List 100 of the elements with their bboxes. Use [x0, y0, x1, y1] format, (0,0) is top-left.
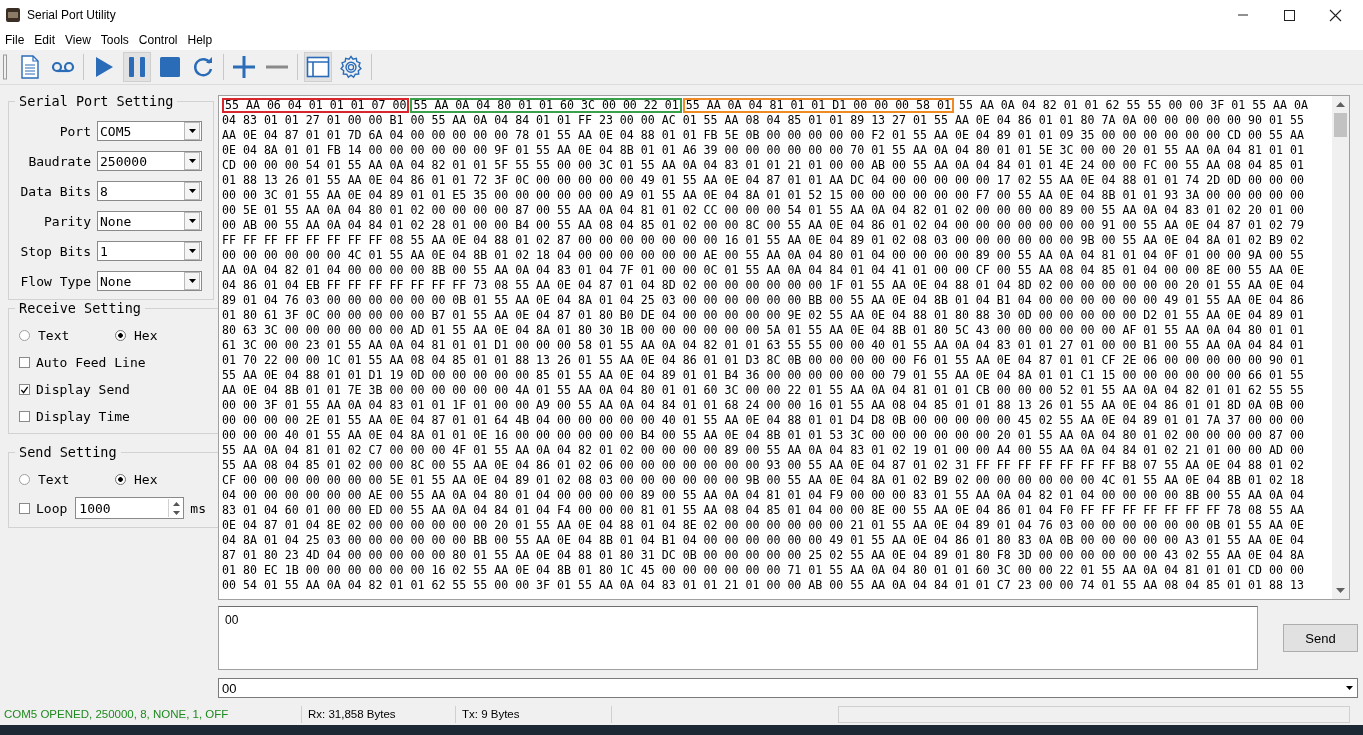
menu-item[interactable]: Help: [182, 33, 218, 47]
group-title: Serial Port Setting: [18, 93, 175, 109]
checkbox-label: Display Send: [36, 382, 130, 397]
stop-icon: [159, 55, 181, 79]
caret-down-icon[interactable]: [1346, 686, 1353, 690]
hex-data-line: 00 00 3F 01 55 AA 0A 04 83 01 01 1F 01 00 00 A9 00 55 AA 0A 04 84 01 01 68 24 00 00 16 01 55 AA 08 04 85 01 01 88 13 26 01 55 AA 0E 04 86 01 01 8D 0A 0B 00: [222, 398, 1305, 413]
hex-data-line: 55 AA 0A 04 81 01 02 C7 00 00 00 4F 01 55 AA 0A 04 82 01 02 00 00 00 00 89 00 55 AA 0A 04 83 01 02 19 01 00 00 A4 00 55 AA 0A 04 84 01 02 21 01 00 00 AD 00: [222, 443, 1305, 458]
hex-data-line: AA 0E 04 87 01 01 7D 6A 04 00 00 00 00 00 78 01 55 AA 0E 04 88 01 01 FB 5E 0B 00 00 00 00 00 F2 01 55 AA 0E 04 89 01 01 09 35 00 00 00 00 00 00 CD 00 55 AA: [222, 128, 1305, 143]
hex-data-line: 87 01 80 23 4D 04 00 00 00 00 00 80 01 55 AA 0E 04 88 01 80 31 DC 0B 00 00 00 00 00 25 02 55 AA 0E 04 89 01 80 F8 3D 00 00 00 00 00 00 43 02 55 AA 0E 04 8A: [222, 548, 1305, 563]
group-title: Send Setting: [18, 444, 118, 460]
hex-data-line: 00 00 00 00 2E 01 55 AA 0E 04 87 01 01 64 4B 04 00 00 00 00 00 40 01 55 AA 0E 04 88 01 01 D4 D8 0B 00 00 00 00 00 45 02 55 AA 0E 04 89 01 01 7A 37 00 00 00: [222, 413, 1305, 428]
checkbox[interactable]: [19, 384, 30, 395]
field-label: Stop Bits: [19, 243, 91, 259]
hex-data-line: FF FF FF FF FF FF FF FF 08 55 AA 0E 04 88 01 02 87 00 00 00 00 00 00 00 16 01 55 AA 0E 04 89 01 02 08 03 00 00 00 00 00 00 9B 00 55 AA 0E 04 8A 01 02 B9 02: [222, 233, 1305, 248]
tx-counter: Tx: 9 Bytes: [456, 705, 612, 723]
history-dropdown[interactable]: 00: [218, 678, 1358, 698]
group-title: Receive Setting: [18, 300, 142, 316]
maximize-icon[interactable]: [1281, 7, 1297, 23]
hex-data-line: 00 54 01 55 AA 0A 04 82 01 01 62 55 55 00 00 3F 01 55 AA 0A 04 83 01 01 21 01 00 00 AB 00 55 AA 0A 04 84 01 01 C7 23 00 00 74 01 55 AA 08 04 85 01 01 88 13: [222, 578, 1305, 593]
option-label: Hex: [134, 328, 158, 343]
hex-data-line: CF 00 00 00 00 00 00 00 5E 01 55 AA 0E 04 89 01 02 08 03 00 00 00 00 00 00 9B 00 55 AA 0E 04 8A 01 02 B9 02 00 00 00 00 00 00 4C 01 55 AA 0E 04 8B 01 02 18: [222, 473, 1305, 488]
hex-data-line: 04 8A 01 04 25 03 00 00 00 00 00 00 BB 00 55 AA 0E 04 8B 01 04 B1 04 00 00 00 00 00 00 49 01 55 AA 0E 04 86 01 80 83 0A 0B 00 00 00 00 00 A3 01 55 AA 0E 04: [222, 533, 1305, 548]
option-label: Text: [38, 472, 70, 487]
hex-data-line: 80 63 3C 00 00 00 00 00 00 AD 01 55 AA 0E 04 8A 01 80 30 1B 00 00 00 00 00 00 5A 01 55 AA 0E 04 8B 01 80 5C 43 00 00 00 00 00 00 AF 01 55 AA 0A 04 80 01 01: [222, 323, 1305, 338]
vertical-scrollbar[interactable]: [1332, 96, 1349, 599]
close-icon[interactable]: [1327, 7, 1343, 23]
interval-field[interactable]: 1000: [75, 497, 185, 519]
dropdown[interactable]: COM5: [97, 121, 202, 141]
hex-data-line: 00 AB 00 55 AA 0A 04 84 01 02 28 01 00 00 B4 00 55 AA 08 04 85 01 02 00 00 8C 00 55 AA 0E 04 86 01 02 04 00 00 00 00 00 00 00 91 00 55 AA 0E 04 87 01 02 79: [222, 218, 1305, 233]
pause-icon: [126, 55, 148, 79]
radio-button[interactable]: [19, 474, 30, 485]
checkbox[interactable]: [19, 357, 30, 368]
hex-data-line: 04 86 01 04 EB FF FF FF FF FF FF FF 73 08 55 AA 0E 04 87 01 04 8D 02 00 00 00 00 00 00 1F 01 55 AA 0E 04 88 01 04 8D 02 00 00 00 00 00 00 20 01 55 AA 0E 04: [222, 278, 1305, 293]
menu-item[interactable]: Control: [133, 33, 183, 47]
dropdown[interactable]: 250000: [97, 151, 202, 171]
field-label: Data Bits: [19, 183, 91, 199]
dropdown[interactable]: 8: [97, 181, 202, 201]
field-label: Parity: [43, 213, 91, 229]
send-input-field[interactable]: 00: [218, 606, 1258, 670]
option-label: Hex: [134, 472, 158, 487]
checkbox-label: Auto Feed Line: [36, 355, 146, 370]
hex-data-line: 55 AA 0A 04 82 01 01 62 55 55 00 00 3F 01 55 AA 0A: [959, 98, 1308, 112]
toolbar-grip-icon: [3, 54, 7, 80]
window-title: Serial Port Utility: [27, 8, 116, 22]
rx-counter: Rx: 31,858 Bytes: [302, 705, 456, 723]
highlighted-frame: 55 AA 0A 04 81 01 01 D1 00 00 00 58 01: [682, 98, 954, 113]
document-icon: [20, 55, 40, 79]
minus-icon: [265, 65, 289, 69]
field-label: Flow Type: [19, 273, 91, 289]
menu-item[interactable]: Edit: [29, 33, 61, 47]
menu-item[interactable]: Tools: [95, 33, 134, 47]
hex-data-line: 04 83 01 01 27 01 00 00 B1 00 55 AA 0A 04 84 01 01 FF 23 00 00 AC 01 55 AA 08 04 85 01 01 89 13 27 01 55 AA 0E 04 86 01 01 80 7A 0A 00 00 00 00 00 90 01 55: [222, 113, 1305, 128]
hex-data-line: 61 3C 00 00 23 01 55 AA 0A 04 81 01 01 D1 00 00 00 58 01 55 AA 0A 04 82 01 01 63 55 55 00 00 40 01 55 AA 0A 04 83 01 01 27 01 00 00 B1 00 55 AA 0A 04 84 01: [222, 338, 1305, 353]
radio-button[interactable]: [19, 330, 30, 341]
hex-data-line: 89 01 04 76 03 00 00 00 00 00 00 0B 01 55 AA 0E 04 8A 01 04 25 03 00 00 00 00 00 00 BB 00 55 AA 0E 04 8B 01 04 B1 04 00 00 00 00 00 00 49 01 55 AA 0E 04 86: [222, 293, 1305, 308]
hex-data-line: 83 01 04 60 01 00 00 ED 00 55 AA 0A 04 84 01 04 F4 00 00 00 81 01 55 AA 08 04 85 01 04 00 00 8E 00 55 AA 0E 04 86 01 04 F0 FF FF FF FF FF FF FF 78 08 55 AA: [222, 503, 1305, 518]
checkbox[interactable]: [19, 411, 30, 422]
highlighted-frame: 55 AA 06 04 01 01 01 07 00: [222, 98, 410, 113]
window-icon: [306, 56, 330, 78]
hex-data-line: AA 0A 04 82 01 04 00 00 00 00 8B 00 55 AA 0A 04 83 01 04 7F 01 00 00 0C 01 55 AA 0A 04 84 01 04 41 01 00 00 CF 00 55 AA 08 04 85 01 04 00 00 8E 00 55 AA 0E: [222, 263, 1305, 278]
hex-data-line: 00 00 3C 01 55 AA 0E 04 89 01 01 E5 35 00 00 00 00 00 00 A9 01 55 AA 0E 04 8A 01 01 52 15 00 00 00 00 00 00 F7 00 55 AA 0E 04 8B 01 01 93 3A 00 00 00 00 00: [222, 188, 1305, 203]
menu-item[interactable]: File: [0, 33, 30, 47]
hex-data-line: 55 AA 08 04 85 01 02 00 00 8C 00 55 AA 0E 04 86 01 02 06 00 00 00 00 00 00 00 93 00 55 AA 0E 04 87 01 02 31 FF FF FF FF FF FF FF B8 07 55 AA 0E 04 88 01 02: [222, 458, 1305, 473]
hex-data-line: 00 5E 01 55 AA 0A 04 80 01 02 00 00 00 00 87 00 55 AA 0A 04 81 01 02 CC 00 00 00 54 01 55 AA 0A 04 82 01 02 00 00 00 00 89 00 55 AA 0A 04 83 01 02 20 01 00: [222, 203, 1305, 218]
plus-icon: [232, 55, 256, 79]
scroll-down-arrow-icon[interactable]: [1336, 588, 1345, 593]
hex-data-line: 0E 04 8A 01 01 FB 14 00 00 00 00 00 00 9F 01 55 AA 0E 04 8B 01 01 A6 39 00 00 00 00 00 00 70 01 55 AA 0A 04 80 01 01 5E 3C 00 00 20 01 55 AA 0A 04 81 01 01: [222, 143, 1305, 158]
checkbox-label: Loop: [36, 500, 68, 516]
hex-data-line: 0E 04 87 01 04 8E 02 00 00 00 00 00 00 20 01 55 AA 0E 04 88 01 04 8E 02 00 00 00 00 00 00 21 01 55 AA 0E 04 89 01 04 76 03 00 00 00 00 00 00 0B 01 55 AA 0E: [222, 518, 1305, 533]
checkbox-label: Display Time: [36, 409, 130, 424]
pause-button[interactable]: [123, 52, 151, 82]
radio-button[interactable]: [115, 330, 126, 341]
checkbox[interactable]: [19, 502, 30, 514]
send-button[interactable]: Send: [1283, 624, 1358, 652]
app-icon: [6, 8, 20, 22]
hex-data-line: 55 AA 0E 04 88 01 01 D1 19 0D 00 00 00 00 00 85 01 55 AA 0E 04 89 01 01 B4 36 00 00 00 00 00 00 79 01 55 AA 0E 04 8A 01 01 C1 15 00 00 00 00 00 00 66 01 55: [222, 368, 1305, 383]
radio-button[interactable]: [115, 474, 126, 485]
connection-status: COM5 OPENED, 250000, 8, NONE, 1, OFF: [0, 705, 302, 723]
settings-icon: [339, 55, 363, 79]
hex-data-line: 01 80 EC 1B 00 00 00 00 00 00 16 02 55 AA 0E 04 8B 01 80 1C 45 00 00 00 00 00 00 71 01 55 AA 0A 04 80 01 01 60 3C 00 00 22 01 55 AA 0A 04 81 01 01 CD 00 00: [222, 563, 1305, 578]
menu-item[interactable]: View: [60, 33, 96, 47]
scroll-thumb[interactable]: [1334, 113, 1347, 137]
field-label: Port: [58, 123, 91, 139]
unit-label: ms: [190, 500, 206, 516]
refresh-icon: [191, 55, 215, 79]
hex-data-line: 00 00 00 00 00 00 4C 01 55 AA 0E 04 8B 01 02 18 04 00 00 00 00 00 00 AE 00 55 AA 0A 04 80 01 04 00 00 00 00 89 00 55 AA 0A 04 81 01 04 0F 01 00 00 9A 00 55: [222, 248, 1305, 263]
hex-data-line: 00 00 00 40 01 55 AA 0E 04 8A 01 01 0E 16 00 00 00 00 00 00 B4 00 55 AA 0E 04 8B 01 01 53 3C 00 00 00 00 00 00 20 01 55 AA 0A 04 80 01 02 00 00 00 00 87 00: [222, 428, 1305, 443]
hex-data-line: CD 00 00 00 54 01 55 AA 0A 04 82 01 01 5F 55 55 00 00 3C 01 55 AA 0A 04 83 01 01 21 01 00 00 AB 00 55 AA 0A 04 84 01 01 4E 24 00 00 FC 00 55 AA 08 04 85 01: [222, 158, 1305, 173]
hex-data-line: 01 70 22 00 00 1C 01 55 AA 08 04 85 01 01 88 13 26 01 55 AA 0E 04 86 01 01 D3 8C 0B 00 00 00 00 00 F6 01 55 AA 0E 04 87 01 01 CF 2E 06 00 00 00 00 00 90 01: [222, 353, 1305, 368]
option-label: Text: [38, 328, 70, 343]
dropdown[interactable]: None: [97, 211, 202, 231]
hex-data-line: AA 0E 04 8B 01 01 7E 3B 00 00 00 00 00 00 4A 01 55 AA 0A 04 80 01 01 60 3C 00 00 22 01 55 AA 0A 04 81 01 01 CB 00 00 00 52 01 55 AA 0A 04 82 01 01 62 55 55: [222, 383, 1305, 398]
hex-data-line: 01 88 13 26 01 55 AA 0E 04 86 01 01 72 3F 0C 00 00 00 00 00 49 01 55 AA 0E 04 87 01 01 AA DC 04 00 00 00 00 00 17 02 55 AA 0E 04 88 01 01 74 2D 0D 00 00 00: [222, 173, 1305, 188]
highlighted-frame: 55 AA 0A 04 80 01 01 60 3C 00 00 22 01: [410, 98, 682, 113]
dropdown[interactable]: None: [97, 271, 202, 291]
hex-data-line: 01 80 61 3F 0C 00 00 00 00 00 B7 01 55 AA 0E 04 87 01 80 B0 DE 04 00 00 00 00 00 9E 02 55 AA 0E 04 88 01 80 88 30 0D 00 00 00 00 00 D2 01 55 AA 0E 04 89 01: [222, 308, 1305, 323]
window-button[interactable]: [304, 52, 332, 82]
dropdown[interactable]: 1: [97, 241, 202, 261]
scroll-up-arrow-icon[interactable]: [1336, 102, 1345, 107]
hex-data-line: 04 00 00 00 00 00 00 AE 00 55 AA 0A 04 80 01 04 00 00 00 00 89 00 55 AA 0A 04 81 01 04 F9 00 00 00 83 01 55 AA 0A 04 82 01 04 00 00 00 00 8B 00 55 AA 0A 04: [222, 488, 1305, 503]
